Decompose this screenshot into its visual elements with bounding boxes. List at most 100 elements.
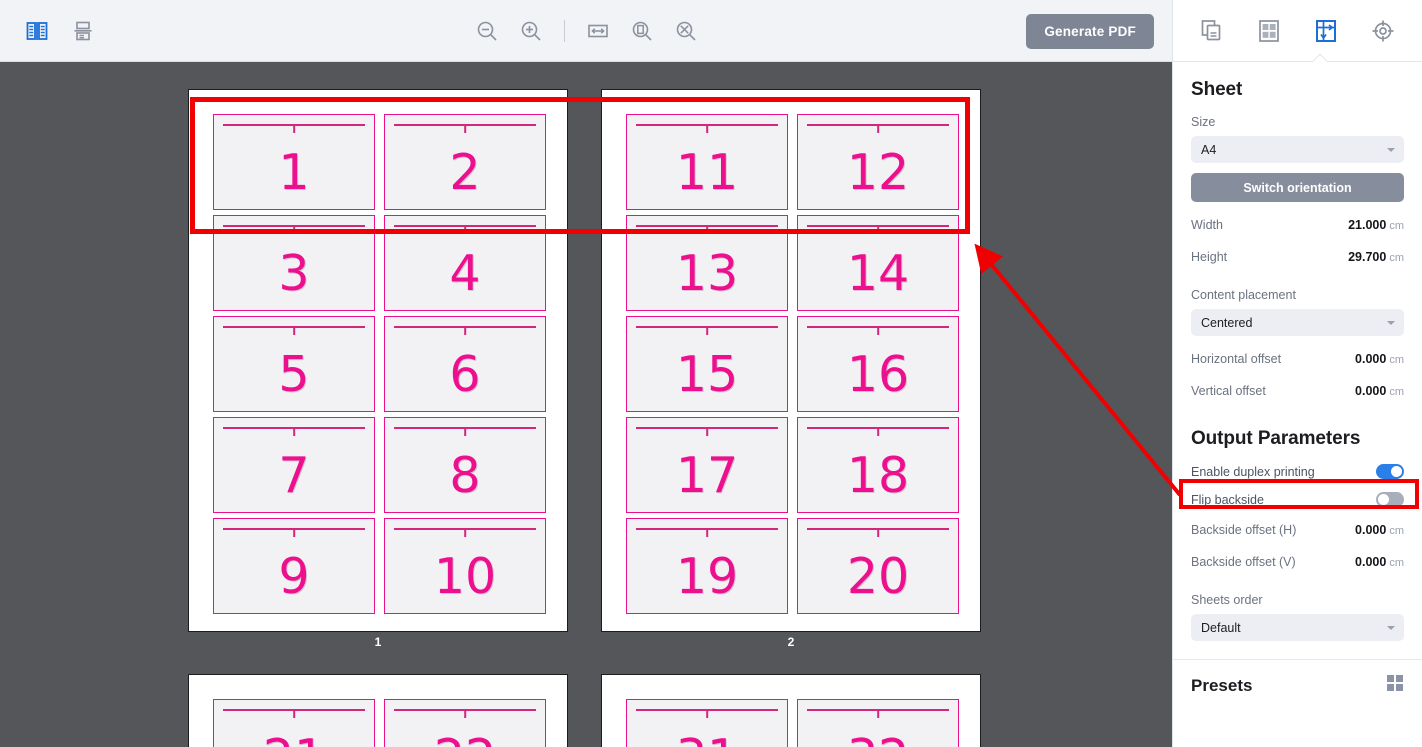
page-tile[interactable]: 15 (626, 316, 788, 412)
zoom-out-icon[interactable] (472, 16, 502, 46)
tab-pages[interactable] (1191, 10, 1233, 52)
page-number: 15 (675, 346, 739, 403)
page-tile[interactable]: 21 (213, 699, 375, 747)
page-tile[interactable]: 14 (797, 215, 959, 311)
page-number: 16 (846, 346, 910, 403)
page-tile[interactable]: 20 (797, 518, 959, 614)
page-tile[interactable]: 3 (213, 215, 375, 311)
fit-all-icon[interactable] (671, 16, 701, 46)
horizontal-offset-label: Horizontal offset (1191, 352, 1282, 366)
page-tick (293, 326, 295, 335)
zoom-in-icon[interactable] (516, 16, 546, 46)
page-tick (464, 326, 466, 335)
fit-width-icon[interactable] (583, 16, 613, 46)
switch-orientation-button[interactable]: Switch orientation (1191, 173, 1404, 202)
sheet-section-title: Sheet (1191, 79, 1243, 100)
tab-layout[interactable] (1248, 10, 1290, 52)
page-tile[interactable]: 4 (384, 215, 546, 311)
fit-page-icon[interactable] (627, 16, 657, 46)
page-tile[interactable]: 9 (213, 518, 375, 614)
flip-backside-row[interactable]: Flip backside (1191, 492, 1404, 507)
sheet-paper: 31323334353637383940 (601, 674, 981, 747)
width-value-group[interactable]: 21.000 cm (1348, 216, 1404, 234)
sheet-preview-canvas[interactable]: 123456789101111213141516171819202 212223… (0, 62, 1172, 747)
flip-backside-toggle[interactable] (1376, 492, 1404, 507)
page-tile[interactable]: 17 (626, 417, 788, 513)
page-tick (293, 427, 295, 436)
sheet-paper: 11 12 13 14 15 16 17 18 19 20 (601, 89, 981, 632)
page-tile[interactable]: 10 (384, 518, 546, 614)
vertical-offset-unit: cm (1389, 386, 1404, 398)
content-placement-value: Centered (1201, 315, 1253, 330)
sheet-page-grid: 21222324252627282930 (213, 699, 567, 747)
height-value-group[interactable]: 29.700 cm (1348, 248, 1404, 266)
page-tile[interactable]: 19 (626, 518, 788, 614)
active-tab-caret (1312, 53, 1328, 62)
panel-content: Sheet Size A4 Switch orientation Width 2… (1173, 79, 1422, 697)
vertical-offset-value-group[interactable]: 0.000 cm (1355, 382, 1404, 400)
page-tile[interactable]: 2 (384, 114, 546, 210)
horizontal-offset-value-group[interactable]: 0.000 cm (1355, 350, 1404, 368)
page-tile[interactable]: 7 (213, 417, 375, 513)
sheet-4[interactable]: 31323334353637383940 (601, 674, 981, 747)
content-placement-select[interactable]: Centered (1191, 309, 1404, 336)
sheet-2[interactable]: 11 12 13 14 15 16 17 18 19 20 2 (601, 89, 981, 649)
app-root: Generate PDF 1 2 3 4 5 6 7 8 9 10 1 11 12 13 14 15 16 17 1… (0, 0, 1422, 747)
sheet-paper: 1 2 3 4 5 6 7 8 9 10 (188, 89, 568, 632)
page-tick (877, 124, 879, 133)
sheet-1[interactable]: 1 2 3 4 5 6 7 8 9 10 1 (188, 89, 568, 649)
tab-marks[interactable] (1362, 10, 1404, 52)
enable-duplex-toggle[interactable] (1376, 464, 1404, 479)
page-tile[interactable]: 18 (797, 417, 959, 513)
enable-duplex-row[interactable]: Enable duplex printing (1191, 464, 1404, 479)
backside-offset-v-value-group[interactable]: 0.000 cm (1355, 553, 1404, 571)
page-tile[interactable]: 13 (626, 215, 788, 311)
page-number: 17 (675, 447, 739, 504)
backside-offset-h-unit: cm (1389, 525, 1404, 537)
page-tick (706, 326, 708, 335)
page-tile[interactable]: 1 (213, 114, 375, 210)
page-number: 2 (449, 144, 481, 201)
page-number: 11 (675, 144, 739, 201)
backside-offset-v-row: Backside offset (V) 0.000 cm (1191, 553, 1404, 571)
save-icon[interactable] (68, 16, 98, 46)
page-tile[interactable]: 32 (797, 699, 959, 747)
grid-2x2-icon[interactable] (1386, 674, 1404, 697)
page-tile[interactable]: 8 (384, 417, 546, 513)
sheet-row-2: 2122232425262728293031323334353637383940 (188, 674, 981, 747)
page-number: 1 (278, 144, 310, 201)
page-tick (293, 225, 295, 234)
page-tick (706, 709, 708, 718)
width-value: 21.000 (1348, 218, 1387, 232)
spread-view-icon[interactable] (22, 16, 52, 46)
page-tile[interactable]: 5 (213, 316, 375, 412)
size-select[interactable]: A4 (1191, 136, 1404, 163)
page-tick (293, 528, 295, 537)
generate-pdf-button[interactable]: Generate PDF (1026, 13, 1154, 49)
sheets-order-label: Sheets order (1191, 593, 1263, 607)
page-tile[interactable]: 12 (797, 114, 959, 210)
page-number: 18 (846, 447, 910, 504)
page-tile[interactable]: 31 (626, 699, 788, 747)
page-tile[interactable]: 11 (626, 114, 788, 210)
right-settings-panel: Sheet Size A4 Switch orientation Width 2… (1172, 0, 1422, 747)
page-tile[interactable]: 16 (797, 316, 959, 412)
page-tick (706, 124, 708, 133)
backside-offset-h-value-group[interactable]: 0.000 cm (1355, 521, 1404, 539)
sheet-3[interactable]: 21222324252627282930 (188, 674, 568, 747)
toolbar-left-group (0, 16, 98, 46)
chevron-down-icon (1387, 626, 1395, 630)
page-tile[interactable]: 6 (384, 316, 546, 412)
output-parameters-title: Output Parameters (1191, 428, 1361, 449)
backside-offset-v-label: Backside offset (V) (1191, 555, 1296, 569)
sheets-order-select[interactable]: Default (1191, 614, 1404, 641)
page-tick (706, 528, 708, 537)
content-placement-label: Content placement (1191, 288, 1296, 302)
page-number: 14 (846, 245, 910, 302)
sheet-page-grid: 1 2 3 4 5 6 7 8 9 10 (213, 114, 567, 614)
page-number: 7 (278, 447, 310, 504)
tab-sheet[interactable] (1305, 10, 1347, 52)
page-tile[interactable]: 22 (384, 699, 546, 747)
page-tick (706, 225, 708, 234)
page-number: 22 (434, 733, 496, 747)
